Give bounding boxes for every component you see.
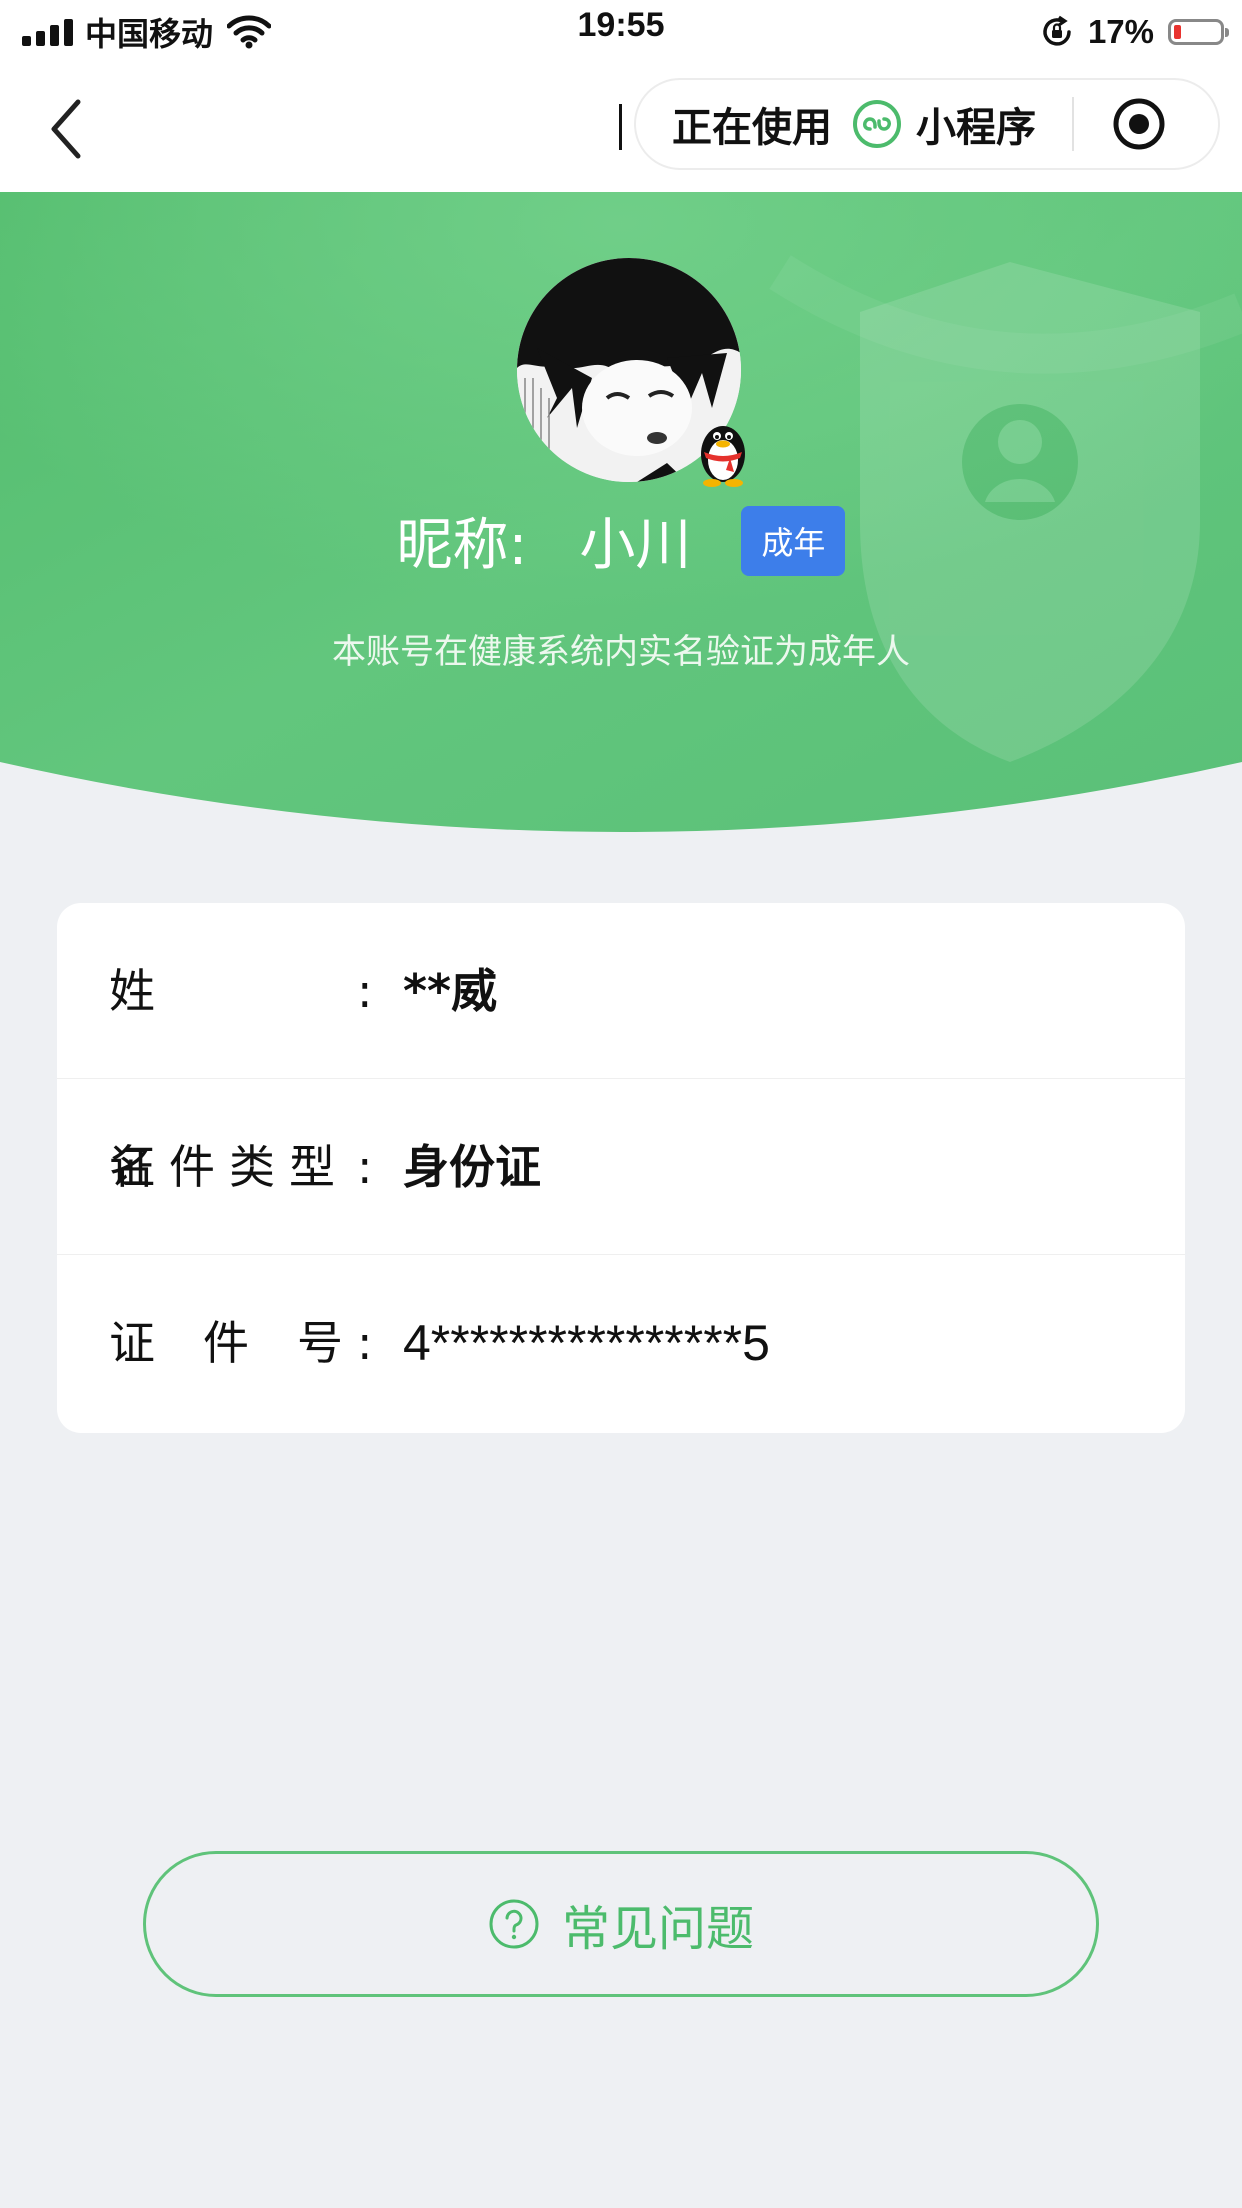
mini-program-icon xyxy=(853,100,901,148)
verification-text: 本账号在健康系统内实名验证为成年人 xyxy=(332,632,910,672)
battery-percent: 17% xyxy=(1087,13,1154,50)
status-bar: 中国移动 19:55 17% xyxy=(0,0,1242,64)
battery-level xyxy=(1174,25,1181,39)
faq-button[interactable]: 常见问题 xyxy=(143,1851,1099,1997)
nickname-row: 昵称: 小川 成年 xyxy=(0,500,1242,581)
id-number-value: 4****************5 xyxy=(403,1315,770,1371)
name-colon: : xyxy=(357,964,373,1018)
name-label: 姓名 xyxy=(109,964,285,1194)
mini-program-capsule[interactable]: 正在使用 小程序 xyxy=(634,78,1220,170)
identity-info-card: 姓名 : **威 证件类型 : 身份证 证件号 : 4*************… xyxy=(57,903,1185,1433)
id-number-label: 证件号 xyxy=(109,1316,391,1370)
nickname-value: 小川 xyxy=(579,513,692,578)
status-right: 17% xyxy=(1040,8,1229,56)
nickname-label: 昵称: xyxy=(396,513,528,578)
nav-bar: 正在使用 小程序 xyxy=(0,64,1242,192)
adult-badge: 成年 xyxy=(741,505,846,576)
capsule-in-use-label: 正在使用 xyxy=(672,105,832,151)
battery-icon xyxy=(1168,19,1229,45)
capsule-divider xyxy=(1072,97,1074,151)
capsule-mini-program-label: 小程序 xyxy=(916,105,1036,151)
id-type-value: 身份证 xyxy=(403,1140,541,1194)
id-type-label: 证件类型 xyxy=(109,1140,349,1194)
qq-penguin-icon xyxy=(701,426,745,487)
faq-label: 常见问题 xyxy=(561,1901,754,1957)
text-cursor xyxy=(619,104,622,150)
name-value: **威 xyxy=(403,964,498,1018)
help-circle-icon xyxy=(489,1899,539,1949)
info-row-name: 姓名 : **威 xyxy=(57,903,1185,1194)
back-icon[interactable] xyxy=(42,94,92,164)
target-icon[interactable] xyxy=(1112,97,1166,151)
id-number-colon: : xyxy=(357,1316,373,1370)
info-row-id-number: 证件号 : 4****************5 xyxy=(57,1255,1185,1431)
id-type-colon: : xyxy=(357,1140,373,1194)
info-row-id-type: 证件类型 : 身份证 xyxy=(57,1079,1185,1255)
profile-header: 昵称: 小川 成年 本账号在健康系统内实名验证为成年人 xyxy=(0,192,1242,832)
rotation-lock-icon xyxy=(1043,15,1071,46)
